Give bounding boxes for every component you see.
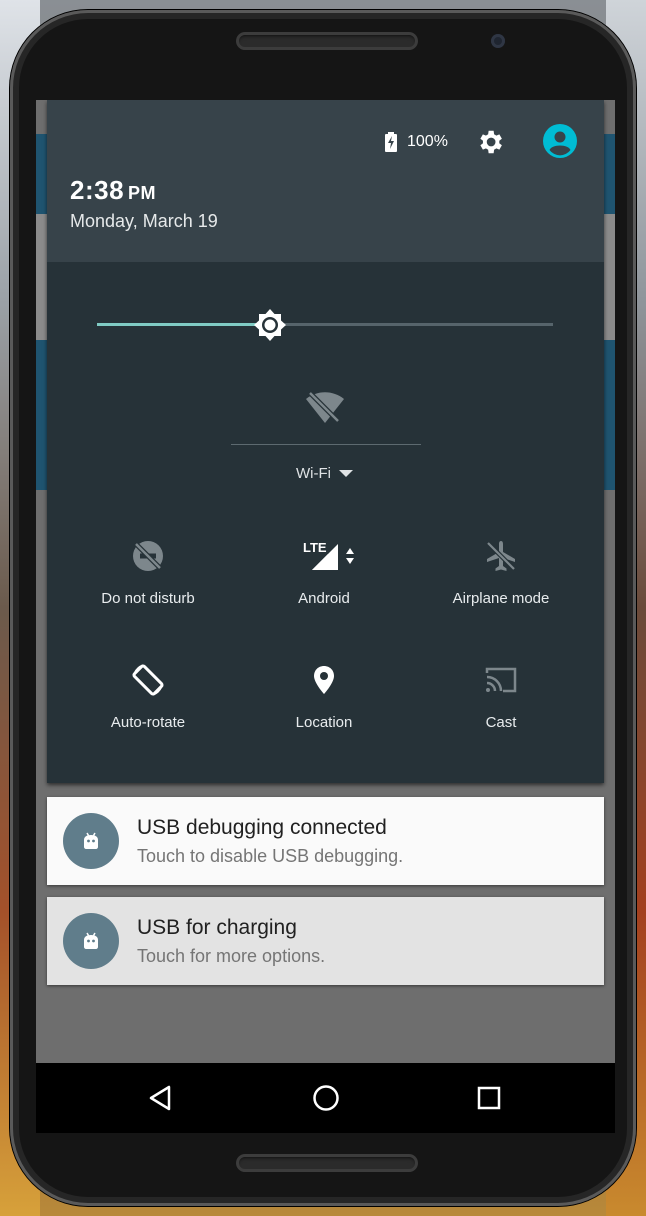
wifi-dropdown-icon[interactable]: [339, 470, 353, 477]
clock[interactable]: 2:38 PM: [70, 175, 156, 206]
wifi-off-icon[interactable]: [305, 389, 345, 425]
date[interactable]: Monday, March 19: [70, 211, 218, 232]
notification-title: USB debugging connected: [137, 816, 387, 839]
airplane-off-icon: [486, 541, 516, 571]
wifi-label[interactable]: Wi-Fi: [296, 465, 331, 482]
tile-label: Auto-rotate: [110, 714, 186, 731]
user-avatar-icon[interactable]: [543, 124, 577, 158]
bottom-speaker: [236, 1154, 418, 1172]
clock-time: 2:38: [70, 175, 125, 205]
tile-label: Android: [298, 590, 350, 607]
tile-label: Do not disturb: [101, 590, 195, 607]
android-icon: [84, 932, 98, 949]
brightness-slider[interactable]: [97, 323, 553, 326]
clock-ampm: PM: [128, 183, 157, 203]
tile-label: Airplane mode: [452, 590, 550, 607]
tile-do-not-disturb[interactable]: Do not disturb: [60, 536, 236, 636]
front-camera: [491, 34, 505, 48]
tile-auto-rotate[interactable]: Auto-rotate: [60, 660, 236, 760]
back-icon[interactable]: [144, 1081, 178, 1115]
tile-airplane-mode[interactable]: Airplane mode: [413, 536, 589, 636]
quick-settings-panel: 100% 2:38 PM Monday, March 19 Wi-Fi Do n…: [47, 100, 604, 783]
android-icon: [84, 832, 98, 849]
recents-icon[interactable]: [472, 1081, 506, 1115]
quick-settings-header: 100% 2:38 PM Monday, March 19: [47, 100, 604, 262]
lte-signal-icon: LTE: [303, 540, 354, 570]
brightness-slider-fill: [97, 323, 271, 326]
auto-rotate-icon: [132, 664, 164, 696]
settings-gear-icon[interactable]: [475, 127, 505, 157]
do-not-disturb-icon: [133, 541, 163, 571]
notification-text: Touch for more options.: [137, 946, 326, 966]
navigation-bar: [36, 1063, 615, 1133]
brightness-thumb-icon[interactable]: [251, 306, 289, 344]
battery-percentage: 100%: [407, 133, 448, 150]
tile-location[interactable]: Location: [236, 660, 412, 760]
notification-icon-badge: [63, 813, 119, 869]
notification-title: USB for charging: [137, 916, 297, 939]
screen: 100% 2:38 PM Monday, March 19 Wi-Fi Do n…: [36, 100, 615, 1063]
tile-cast[interactable]: Cast: [413, 660, 589, 760]
notification-text: Touch to disable USB debugging.: [137, 846, 404, 866]
tile-label: Location: [295, 714, 353, 731]
lte-badge: LTE: [303, 540, 327, 555]
tile-label: Cast: [485, 714, 517, 731]
wifi-divider: [231, 444, 421, 445]
tile-android-network[interactable]: LTE Android: [236, 536, 412, 636]
home-icon[interactable]: [309, 1081, 343, 1115]
top-speaker: [236, 32, 418, 50]
battery-charging-icon: [385, 132, 397, 152]
notification-usb-charging[interactable]: USB for charging Touch for more options.: [47, 897, 604, 985]
notification-usb-debugging[interactable]: USB debugging connected Touch to disable…: [47, 797, 604, 885]
cast-icon: [485, 667, 517, 693]
location-pin-icon: [314, 666, 334, 694]
notification-icon-badge: [63, 913, 119, 969]
